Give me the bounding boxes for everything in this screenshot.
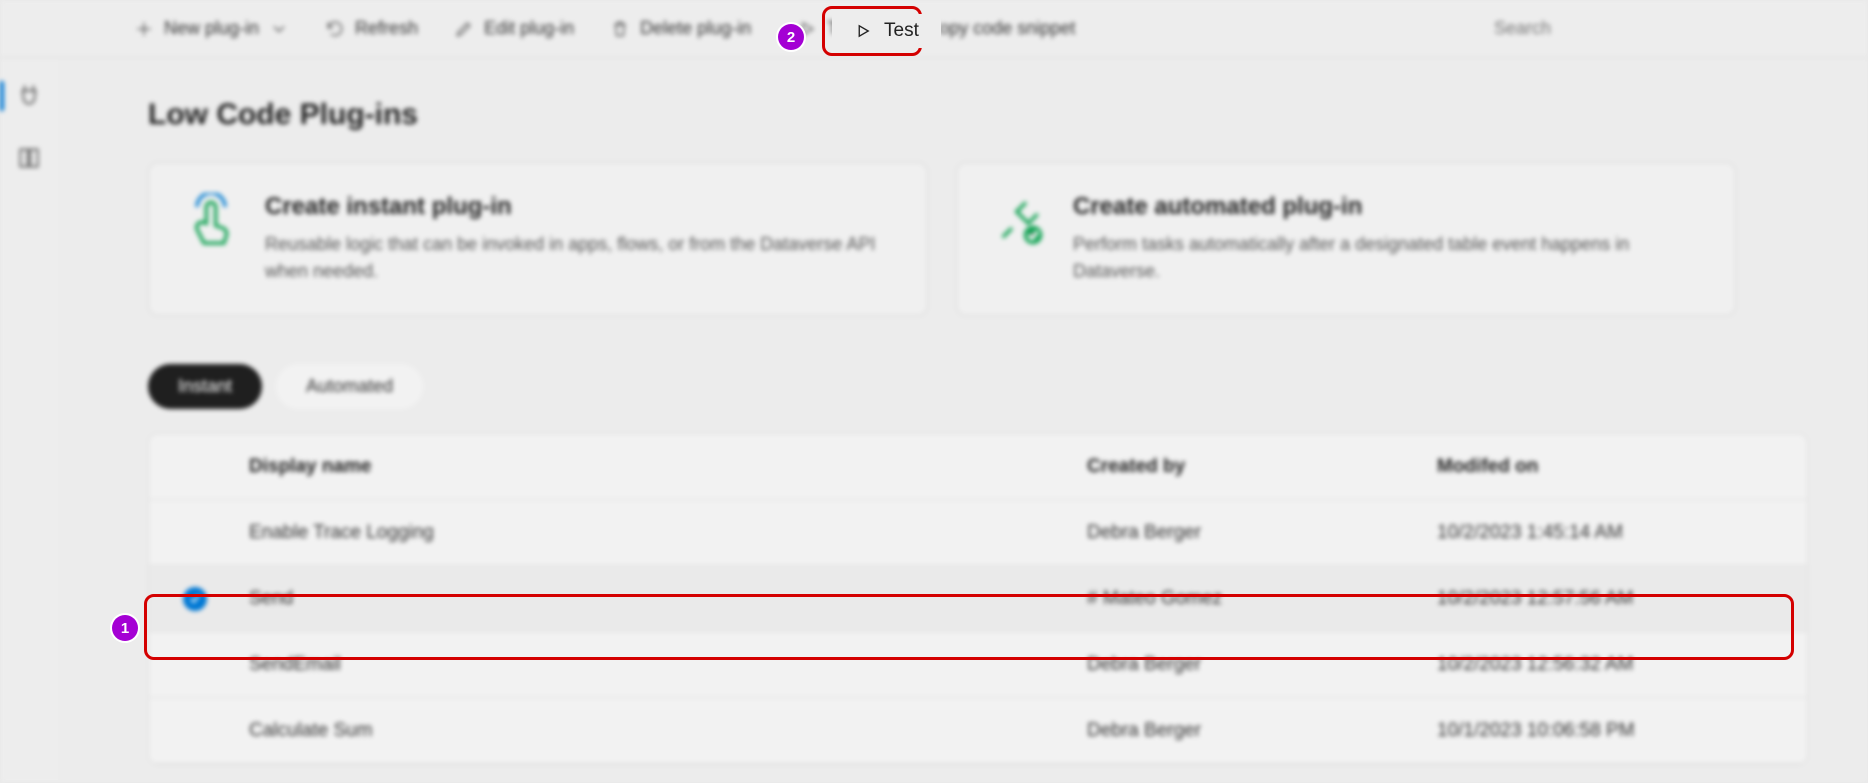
col-modified-on[interactable]: Modifed on <box>1437 456 1797 478</box>
refresh-icon <box>325 19 345 39</box>
card-instant-title: Create instant plug-in <box>265 193 893 221</box>
tab-automated[interactable]: Automated <box>276 364 423 409</box>
cell-modified: 10/2/2023 12:56:32 AM <box>1437 654 1797 676</box>
card-automated-desc: Perform tasks automatically after a desi… <box>1073 231 1701 285</box>
cell-name: Enable Trace Logging <box>249 522 1087 544</box>
delete-plugin-button[interactable]: Delete plug-in <box>596 10 765 47</box>
edit-plugin-button[interactable]: Edit plug-in <box>440 10 588 47</box>
cell-modified: 10/1/2023 10:06:58 PM <box>1437 720 1797 742</box>
refresh-label: Refresh <box>355 18 418 39</box>
cell-name: Send <box>249 588 1087 610</box>
cell-name: Calculate Sum <box>249 720 1087 742</box>
tap-icon <box>183 193 239 249</box>
plus-icon <box>134 19 154 39</box>
copy-icon <box>896 19 916 39</box>
checkmark-icon[interactable] <box>183 587 207 611</box>
test-label: Test <box>827 18 860 39</box>
trash-icon <box>610 19 630 39</box>
cell-modified: 10/2/2023 1:45:14 AM <box>1437 522 1797 544</box>
play-icon <box>797 19 817 39</box>
chevron-down-icon <box>269 19 289 39</box>
new-plugin-label: New plug-in <box>164 18 259 39</box>
tab-instant[interactable]: Instant <box>148 364 262 409</box>
card-automated-plugin[interactable]: Create automated plug-in Perform tasks a… <box>956 162 1736 316</box>
card-automated-title: Create automated plug-in <box>1073 193 1701 221</box>
edit-label: Edit plug-in <box>484 18 574 39</box>
left-rail <box>0 58 58 783</box>
cell-createdby: Debra Berger <box>1087 522 1437 544</box>
rail-library[interactable] <box>0 140 58 176</box>
table-row[interactable]: Send # Mateo Gomez 10/2/2023 12:57:56 AM <box>149 566 1807 632</box>
plugin-table: Display name Created by Modifed on Enabl… <box>148 433 1808 765</box>
page-title: Low Code Plug-ins <box>148 98 1808 132</box>
refresh-button[interactable]: Refresh <box>311 10 432 47</box>
cell-createdby: # Mateo Gomez <box>1087 588 1437 610</box>
copy-label: Copy code snippet <box>926 18 1075 39</box>
table-row[interactable]: SendEmail Debra Berger 10/2/2023 12:56:3… <box>149 632 1807 698</box>
table-header: Display name Created by Modifed on <box>149 434 1807 500</box>
search-input[interactable] <box>1480 9 1850 49</box>
table-row[interactable]: Calculate Sum Debra Berger 10/1/2023 10:… <box>149 698 1807 764</box>
col-display-name[interactable]: Display name <box>249 456 1087 478</box>
main-content: Low Code Plug-ins Create instant plug-in… <box>58 58 1868 783</box>
tabs: Instant Automated <box>148 364 1808 409</box>
col-created-by[interactable]: Created by <box>1087 456 1437 478</box>
new-plugin-button[interactable]: New plug-in <box>120 10 303 47</box>
toolbar: New plug-in Refresh Edit plug-in Delete … <box>0 0 1868 58</box>
book-icon <box>16 145 42 171</box>
plug-icon <box>16 81 42 107</box>
hamburger-icon[interactable] <box>18 11 54 47</box>
table-row[interactable]: Enable Trace Logging Debra Berger 10/2/2… <box>149 500 1807 566</box>
copy-snippet-button[interactable]: Copy code snippet <box>882 10 1089 47</box>
cell-createdby: Debra Berger <box>1087 720 1437 742</box>
plug-auto-icon <box>991 193 1047 249</box>
test-button[interactable]: Test <box>783 10 874 47</box>
cell-name: SendEmail <box>249 654 1087 676</box>
cell-createdby: Debra Berger <box>1087 654 1437 676</box>
card-instant-plugin[interactable]: Create instant plug-in Reusable logic th… <box>148 162 928 316</box>
card-instant-desc: Reusable logic that can be invoked in ap… <box>265 231 893 285</box>
cell-modified: 10/2/2023 12:57:56 AM <box>1437 588 1797 610</box>
pencil-icon <box>454 19 474 39</box>
rail-plugins[interactable] <box>0 76 58 112</box>
delete-label: Delete plug-in <box>640 18 751 39</box>
